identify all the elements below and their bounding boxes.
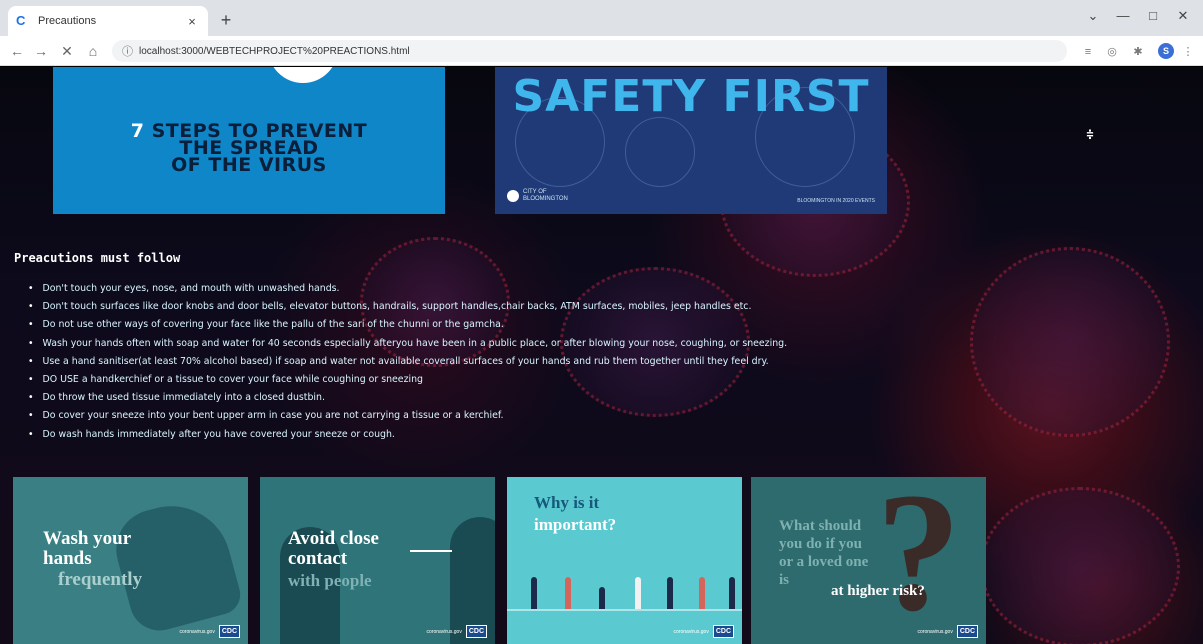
tab-search-icon[interactable]: ⌄ (1078, 8, 1108, 24)
list-item: Do not use other ways of covering your f… (28, 316, 1188, 334)
person-icon (531, 577, 537, 609)
card-subheading: at higher risk? (831, 583, 925, 599)
person-icon (635, 577, 641, 609)
seven-steps-title: 7 STEPS TO PREVENT THE SPREAD OF THE VIR… (130, 120, 368, 176)
address-bar: ← → ✕ ⌂ ⓘ localhost:3000/WEBTECHPROJECT%… (0, 36, 1203, 66)
card-heading: Wash your hands (43, 528, 132, 569)
minimize-button[interactable]: — (1108, 8, 1138, 23)
browser-tab[interactable]: C Precautions × (8, 6, 208, 36)
ground-line (507, 609, 742, 611)
new-tab-button[interactable]: + (215, 9, 237, 31)
safety-first-title: SAFETY FIRST (512, 71, 870, 122)
favicon-icon: C (16, 13, 26, 28)
list-item: Do wash hands immediately after you have… (28, 426, 1188, 444)
close-tab-icon[interactable]: × (184, 14, 200, 29)
person-icon (667, 577, 673, 609)
tab-strip: C Precautions × + ⌄ — □ ✕ (0, 0, 1203, 36)
card-subheading: with people (288, 571, 372, 590)
higher-risk-card: ? What should you do if you or a loved o… (751, 477, 986, 644)
info-icon: ⓘ (122, 46, 133, 58)
city-name: CITY OF BLOOMINGTON (523, 189, 568, 202)
wash-hands-card: Wash your hands frequently coronavirus.g… (13, 477, 248, 644)
list-item: DO USE a handkerchief or a tissue to cov… (28, 371, 1188, 389)
url-field[interactable]: ⓘ localhost:3000/WEBTECHPROJECT%20PREACT… (112, 40, 1067, 62)
url-text: localhost:3000/WEBTECHPROJECT%20PREACTIO… (139, 45, 410, 57)
cdc-url: coronavirus.gov (426, 628, 462, 635)
list-item: Don't touch your eyes, nose, and mouth w… (28, 280, 1188, 298)
distance-arrow-icon (410, 550, 452, 552)
card-subheading: important? (534, 515, 617, 534)
maximize-button[interactable]: □ (1138, 8, 1168, 23)
card-heading: Why is it (534, 493, 600, 512)
virus-decoration (980, 487, 1180, 644)
list-item: Wash your hands often with soap and wate… (28, 335, 1188, 353)
puzzle-icon[interactable]: ✱ (1130, 44, 1146, 60)
cdc-logo: coronavirus.gov CDC (674, 625, 734, 638)
cdc-badge: CDC (465, 625, 487, 638)
list-item: Do throw the used tissue immediately int… (28, 389, 1188, 407)
list-item: Do cover your sneeze into your bent uppe… (28, 407, 1188, 425)
city-logo: CITY OF BLOOMINGTON (507, 189, 568, 203)
sparkle-icon: ≑ (1086, 127, 1094, 141)
card-subheading: frequently (58, 569, 143, 590)
cdc-badge: CDC (712, 625, 734, 638)
person-icon (699, 577, 705, 609)
list-item: Don't touch surfaces like door knobs and… (28, 298, 1188, 316)
precautions-heading: Preacutions must follow (14, 251, 181, 265)
person-icon (729, 577, 735, 609)
menu-icon[interactable]: ⋮ (1180, 44, 1196, 60)
cdc-url: coronavirus.gov (179, 628, 215, 635)
cdc-badge: CDC (956, 625, 978, 638)
cdc-logo: coronavirus.gov CDC (427, 625, 487, 638)
cdc-logo: coronavirus.gov CDC (180, 625, 240, 638)
safety-first-banner: SAFETY FIRST CITY OF BLOOMINGTON BLOOMIN… (495, 67, 887, 214)
city-seal-icon (507, 190, 519, 202)
close-window-button[interactable]: ✕ (1168, 8, 1198, 24)
seven-steps-banner: 7 STEPS TO PREVENT THE SPREAD OF THE VIR… (53, 67, 445, 214)
extension-icon[interactable]: ◎ (1104, 44, 1120, 60)
home-icon[interactable]: ⌂ (84, 42, 102, 60)
profile-avatar[interactable]: S (1158, 43, 1174, 59)
avoid-contact-card: Avoid close contact with people coronavi… (260, 477, 495, 644)
person-icon (565, 577, 571, 609)
cdc-url: coronavirus.gov (917, 628, 953, 635)
question-mark-icon: ? (876, 477, 961, 644)
cdc-url: coronavirus.gov (673, 628, 709, 635)
gear-icon (268, 67, 338, 83)
person-icon (599, 587, 605, 609)
banner-footer: BLOOMINGTON IN 2020 EVENTS (797, 198, 875, 204)
ring-decoration (625, 117, 695, 187)
card-heading: Avoid close contact (288, 528, 379, 569)
cdc-badge: CDC (218, 625, 240, 638)
precautions-list: Don't touch your eyes, nose, and mouth w… (28, 280, 1188, 444)
why-important-card: Why is it important? coronavirus.gov CDC (507, 477, 742, 644)
list-item: Use a hand sanitiser(at least 70% alcoho… (28, 353, 1188, 371)
back-icon[interactable]: ← (8, 42, 26, 60)
tab-title: Precautions (38, 15, 97, 27)
stop-icon[interactable]: ✕ (58, 42, 76, 60)
page-content: 7 STEPS TO PREVENT THE SPREAD OF THE VIR… (0, 67, 1203, 644)
cdc-logo: coronavirus.gov CDC (918, 625, 978, 638)
forward-icon[interactable]: → (32, 42, 50, 60)
reader-icon[interactable]: ≡ (1080, 44, 1096, 60)
card-heading: What should you do if you or a loved one… (779, 518, 869, 588)
